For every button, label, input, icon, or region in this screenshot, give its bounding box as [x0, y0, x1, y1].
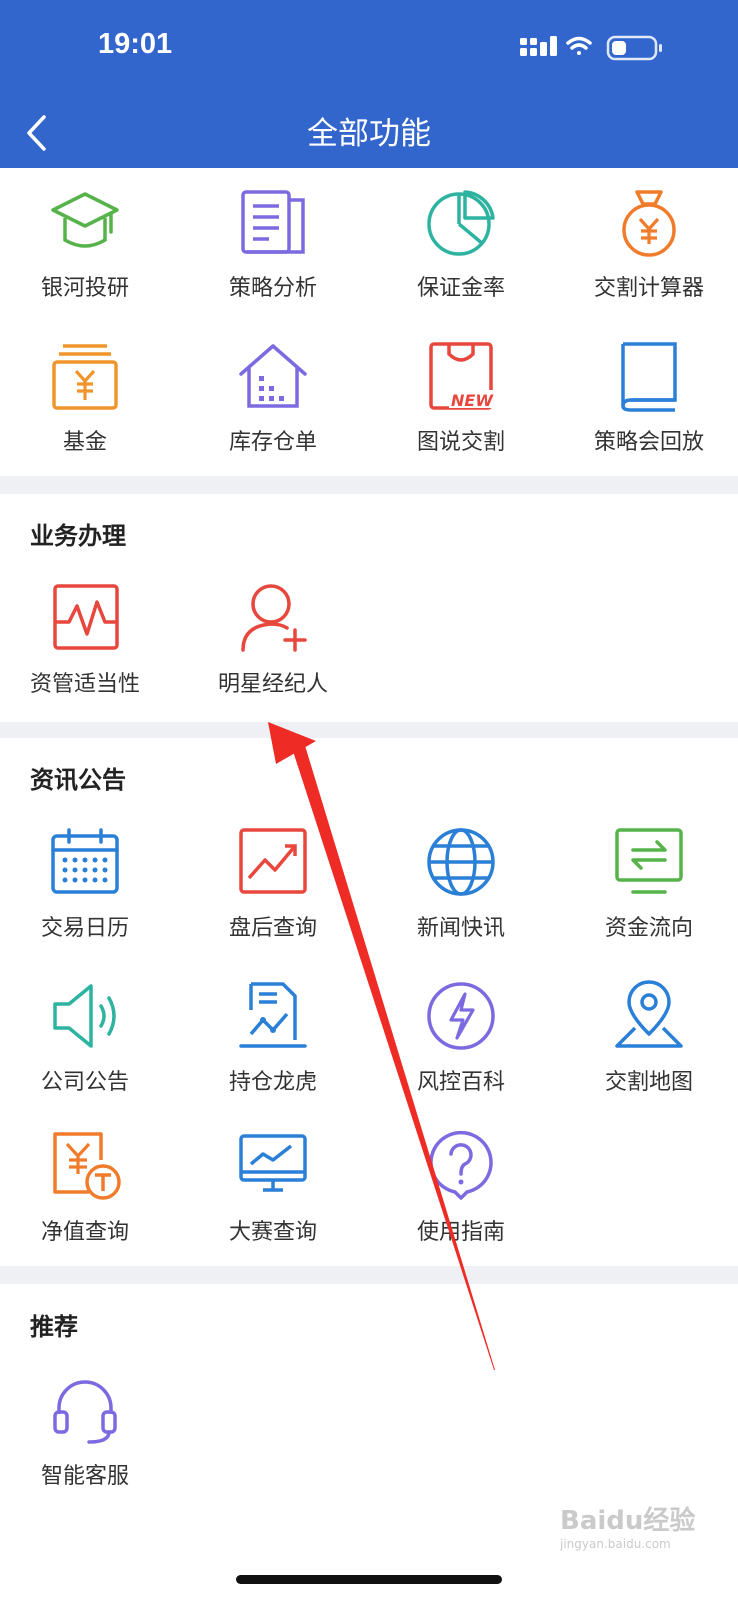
- pulse-chart-icon: [53, 584, 119, 650]
- tile-label: 策略分析: [228, 276, 317, 301]
- watermark: Baidu经验 jingyan.baidu.com: [560, 1500, 700, 1570]
- globe-icon: [427, 828, 495, 896]
- tile-strategy-analysis[interactable]: 策略分析: [198, 186, 348, 316]
- yen-box-icon: [52, 344, 118, 410]
- tile-yinhe-research[interactable]: 银河投研: [10, 186, 160, 316]
- tile-label: 盘后查询: [228, 916, 317, 941]
- tile-label: 使用指南: [416, 1220, 505, 1245]
- book-icon: [621, 342, 677, 412]
- section-title-news: 资讯公告: [30, 766, 126, 794]
- monitor-chart-icon: [239, 1134, 307, 1192]
- tile-delivery-calculator[interactable]: 交割计算器: [574, 186, 724, 316]
- document-icon: [241, 190, 305, 254]
- tile-label: 基金: [62, 430, 107, 455]
- question-icon: [429, 1130, 493, 1200]
- tile-label: 交割计算器: [593, 276, 704, 301]
- tile-label: 持仓龙虎: [228, 1070, 317, 1095]
- tile-risk-wiki[interactable]: 风控百科: [386, 980, 536, 1110]
- tile-smart-service[interactable]: 智能客服: [10, 1374, 160, 1504]
- map-pin-icon: [615, 980, 683, 1048]
- tile-label: 新闻快讯: [416, 916, 505, 941]
- signal-icon: [520, 36, 557, 56]
- tile-delivery-map[interactable]: 交割地图: [574, 980, 724, 1110]
- headset-icon: [53, 1380, 117, 1444]
- tile-star-broker[interactable]: 明星经纪人: [198, 582, 348, 712]
- tile-delivery-illustrated[interactable]: NEW 图说交割: [386, 340, 536, 470]
- tile-label: 风控百科: [416, 1070, 505, 1095]
- battery-icon: [606, 35, 662, 61]
- tile-strategy-replay[interactable]: 策略会回放: [574, 340, 724, 470]
- tile-asset-suitability[interactable]: 资管适当性: [10, 582, 160, 712]
- money-bag-icon: [622, 190, 676, 257]
- pie-chart-icon: [427, 190, 495, 256]
- tile-label: 图说交割: [416, 430, 505, 455]
- top-bar: 19:01 全部功能: [0, 0, 738, 168]
- speaker-icon: [53, 984, 116, 1048]
- section-title-recommend: 推荐: [30, 1313, 78, 1341]
- tile-label: 大赛查询: [228, 1220, 317, 1245]
- yen-tag-icon: [53, 1132, 121, 1200]
- report-chart-icon: [239, 982, 307, 1048]
- new-badge: NEW: [451, 391, 494, 410]
- tile-net-value-query[interactable]: 净值查询: [10, 1130, 160, 1260]
- status-time: 19:01: [98, 28, 173, 60]
- home-indicator: [236, 1575, 502, 1584]
- tile-margin-rate[interactable]: 保证金率: [386, 186, 536, 316]
- add-person-icon: [241, 584, 307, 652]
- graduation-cap-icon: [51, 192, 119, 248]
- tile-news-flash[interactable]: 新闻快讯: [386, 826, 536, 956]
- shopping-bag-new-icon: NEW: [429, 342, 497, 410]
- tile-label: 保证金率: [416, 276, 505, 301]
- watermark-text: Baidu经验: [560, 1506, 696, 1536]
- tile-user-guide[interactable]: 使用指南: [386, 1130, 536, 1260]
- tile-contest-query[interactable]: 大赛查询: [198, 1130, 348, 1260]
- tile-trading-calendar[interactable]: 交易日历: [10, 826, 160, 956]
- transfer-monitor-icon: [615, 828, 683, 894]
- watermark-sub: jingyan.baidu.com: [560, 1537, 671, 1551]
- tile-label: 库存仓单: [228, 430, 317, 455]
- tile-label: 交割地图: [604, 1070, 693, 1095]
- wifi-icon: [566, 36, 592, 55]
- tile-label: 资管适当性: [29, 672, 140, 697]
- lightning-icon: [427, 982, 495, 1050]
- tile-fund-flow[interactable]: 资金流向: [574, 826, 724, 956]
- tile-label: 明星经纪人: [217, 672, 328, 697]
- tile-label: 策略会回放: [593, 430, 704, 455]
- tile-label: 交易日历: [40, 916, 129, 941]
- warehouse-icon: [239, 344, 307, 408]
- calendar-icon: [51, 828, 119, 894]
- trend-chart-icon: [239, 828, 307, 894]
- tile-label: 智能客服: [40, 1464, 129, 1489]
- page-title: 全部功能: [307, 116, 431, 152]
- tile-company-announcement[interactable]: 公司公告: [10, 980, 160, 1110]
- tile-fund[interactable]: 基金: [10, 340, 160, 470]
- tile-label: 银河投研: [40, 276, 129, 301]
- tile-label: 净值查询: [40, 1220, 129, 1245]
- tile-position-ranking[interactable]: 持仓龙虎: [198, 980, 348, 1110]
- tile-warehouse-receipt[interactable]: 库存仓单: [198, 340, 348, 470]
- tile-after-market-query[interactable]: 盘后查询: [198, 826, 348, 956]
- status-icons: [520, 35, 662, 61]
- tile-label: 公司公告: [40, 1070, 129, 1095]
- section-title-business: 业务办理: [30, 522, 126, 550]
- tile-label: 资金流向: [604, 916, 693, 941]
